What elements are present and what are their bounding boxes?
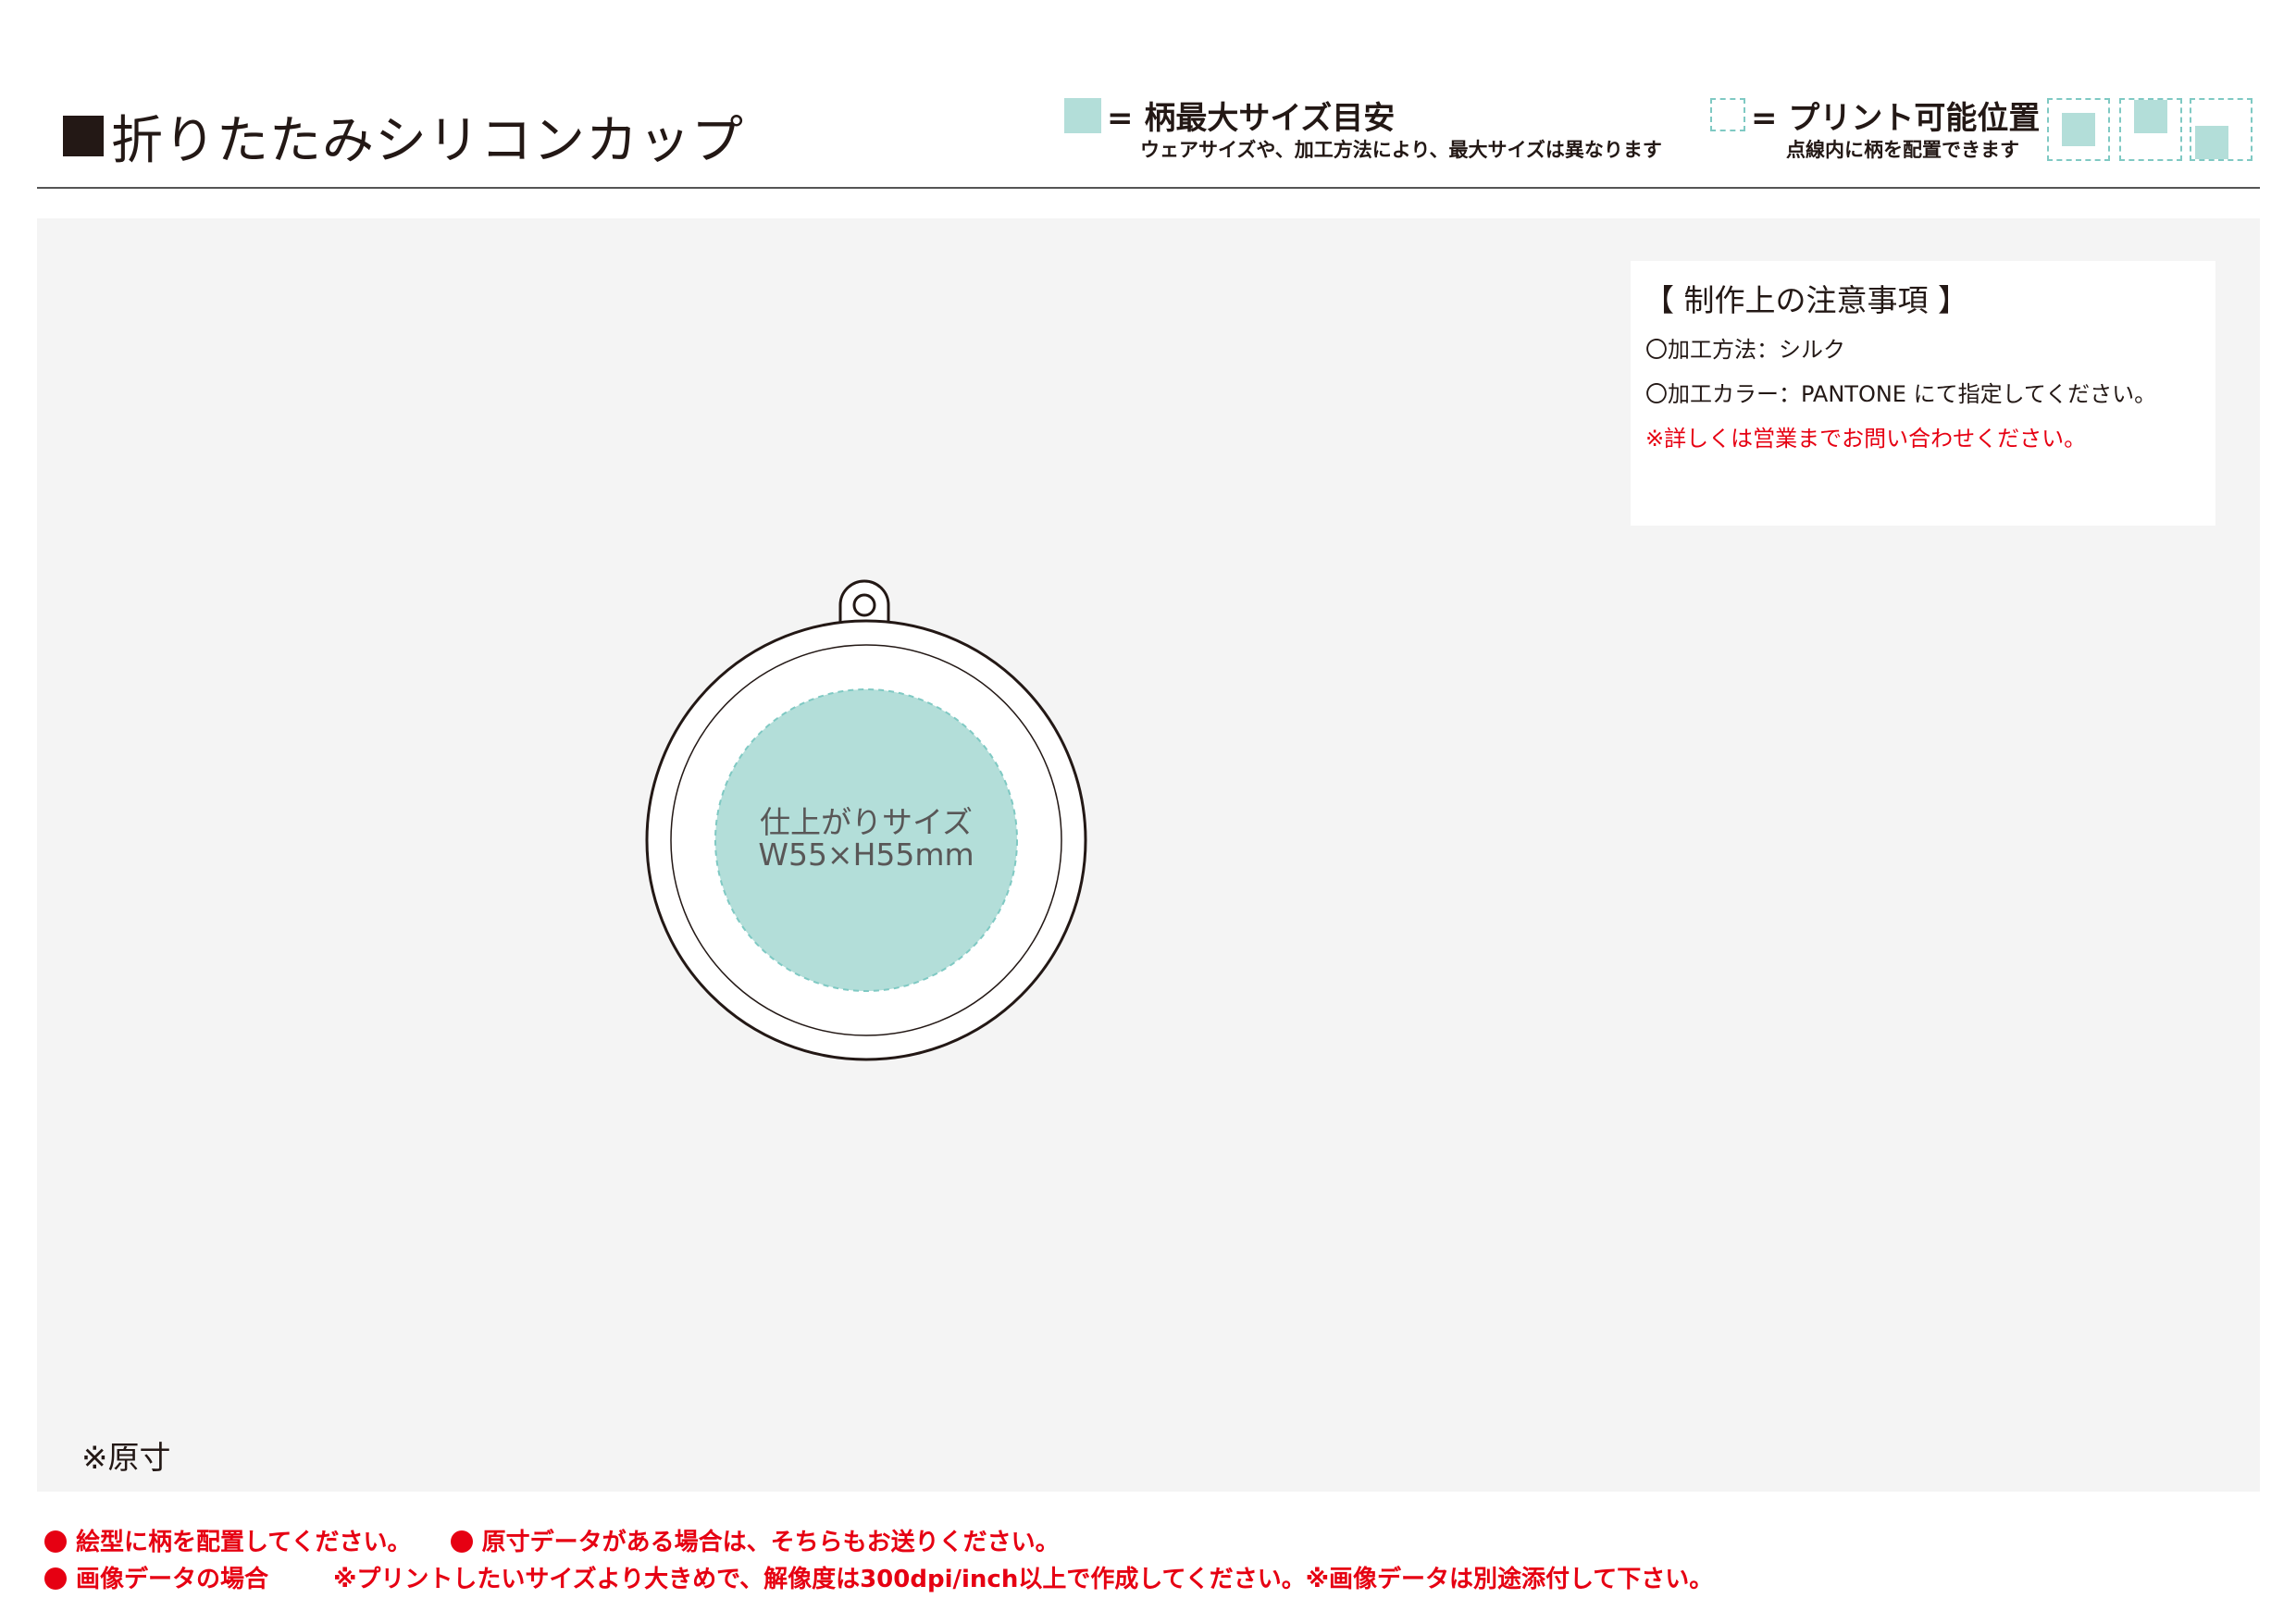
bullet-icon [44,1567,67,1590]
print-area-swatch-icon [1710,98,1745,131]
page-title-text: 折りたたみシリコンカップ [111,110,744,171]
legend-print-label: = プリント可能位置 [1751,100,2041,137]
legend-print-note: 点線内に柄を配置できます [1786,139,2019,161]
finished-size-value: W55×H55mm [758,836,974,873]
position-center-icon [2047,98,2110,161]
footer-line-1: 絵型に柄を配置してください。 原寸データがある場合は、そちらもお送りください。 [44,1523,1060,1557]
title-square-icon [63,116,104,156]
bullet-icon [44,1530,67,1553]
page-title: 折りたたみシリコンカップ [63,104,744,171]
header-divider [37,187,2260,189]
position-bottom-icon [2190,98,2253,161]
max-size-swatch-icon [1064,98,1101,133]
actual-size-note: ※原寸 [81,1440,171,1477]
cup-hang-hole [852,593,876,617]
bullet-icon [450,1530,473,1553]
legend-max-label: = 柄最大サイズ目安 [1107,100,1396,137]
footer-note-image: 画像データの場合 [76,1566,269,1593]
position-top-icon [2119,98,2182,161]
legend-max-note: ウェアサイズや、加工方法により、最大サイズは異なります [1140,139,1662,161]
footer-note-pattern: 絵型に柄を配置してください。 [76,1529,412,1556]
notes-color: 〇加工カラー：PANTONE にて指定してください。 [1645,381,2157,407]
finished-size-label: 仕上がりサイズ [759,804,973,840]
notes-contact: ※詳しくは営業までお問い合わせください。 [1645,426,2087,452]
notes-title: 【 制作上の注意事項 】 [1644,282,1968,318]
footer-note-resolution: ※プリントしたいサイズより大きめで、解像度は300dpi/inch以上で作成して… [333,1566,1714,1593]
notes-method: 〇加工方法：シルク [1645,337,1845,363]
footer-note-original: 原寸データがある場合は、そちらもお送りください。 [481,1529,1060,1556]
footer-line-2: 画像データの場合 ※プリントしたいサイズより大きめで、解像度は300dpi/in… [44,1560,1713,1594]
